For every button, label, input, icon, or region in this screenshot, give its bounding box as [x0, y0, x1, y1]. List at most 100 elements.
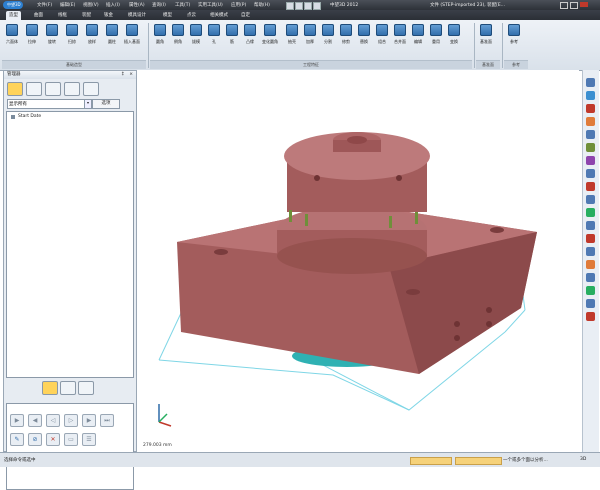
fillet-button[interactable]: 圆角 [152, 24, 168, 45]
clear-icon[interactable]: ▭ [64, 433, 78, 446]
3d-viewport[interactable]: 279.003 mm [137, 70, 579, 452]
menu-insert[interactable]: 插入(I) [106, 2, 120, 8]
tab-point-cloud[interactable]: 点云 [184, 11, 199, 20]
layer-icon[interactable] [586, 195, 595, 204]
tree-root-label[interactable]: Start Date [18, 114, 41, 119]
chamfer-button[interactable]: 倒角 [170, 24, 186, 45]
history-tab-icon[interactable] [7, 82, 23, 96]
end-icon[interactable]: ⏭ [100, 414, 114, 427]
link-icon[interactable]: ⊘ [28, 433, 42, 446]
tab-model[interactable]: 模型 [160, 11, 175, 20]
variable-fillet-button[interactable]: 变化圆角 [262, 24, 278, 45]
menu-view[interactable]: 视图(V) [83, 2, 99, 8]
merge-faces-button[interactable]: 合并面 [392, 24, 408, 45]
combine-button[interactable]: 组合 [374, 24, 390, 45]
reference-button[interactable]: 参考 [506, 24, 522, 45]
revolve-button[interactable]: 旋转 [44, 24, 60, 45]
draft-button[interactable]: 拔模 [188, 24, 204, 45]
tree-icon[interactable] [78, 381, 94, 395]
zoom-icon[interactable] [586, 117, 595, 126]
view-top-icon[interactable] [586, 143, 595, 152]
assembly-tab-icon[interactable] [26, 82, 42, 96]
grid-toggle-icon[interactable] [586, 221, 595, 230]
datum-plane-button[interactable]: 基准面 [478, 24, 494, 45]
rib-button[interactable]: 筋 [224, 24, 240, 45]
trim-button[interactable]: 修剪 [338, 24, 354, 45]
play-icon[interactable]: ▶ [10, 414, 24, 427]
input-tab-icon[interactable] [42, 381, 58, 395]
shell-button[interactable]: 抽壳 [284, 24, 300, 45]
menu-attribute[interactable]: 属性(A) [129, 2, 145, 8]
tab-wireframe[interactable]: 线框 [55, 11, 70, 20]
fit-icon[interactable] [586, 78, 595, 87]
thicken-button[interactable]: 加厚 [302, 24, 318, 45]
prev-icon[interactable]: ◀ [28, 414, 42, 427]
snapshot-icon[interactable] [586, 299, 595, 308]
split-button[interactable]: 分割 [320, 24, 336, 45]
menu-utilities[interactable]: 实用工具(U) [198, 2, 223, 8]
pin-icon[interactable]: ‡ [122, 71, 124, 79]
material-icon[interactable] [586, 260, 595, 269]
forward-icon[interactable]: ▷ [64, 414, 78, 427]
lip-button[interactable]: 凸缘 [242, 24, 258, 45]
render-mode-icon[interactable] [586, 234, 595, 243]
section-view-icon[interactable] [586, 169, 595, 178]
back-icon[interactable]: ◁ [46, 414, 60, 427]
model-view[interactable]: 279.003 mm [137, 70, 579, 452]
tab-assembly[interactable]: 装配 [79, 11, 94, 20]
transform-button[interactable]: 变换 [446, 24, 462, 45]
edit-button[interactable]: 编辑 [410, 24, 426, 45]
chevron-down-icon[interactable]: ▾ [84, 99, 92, 109]
analysis-icon[interactable] [586, 286, 595, 295]
pen-icon[interactable]: ✎ [10, 433, 24, 446]
layer-tab-icon[interactable] [45, 82, 61, 96]
view-front-icon[interactable] [586, 130, 595, 139]
cylinder-button[interactable]: 圆柱 [104, 24, 120, 45]
reuse-button[interactable]: 重用 [428, 24, 444, 45]
tab-sheetmetal[interactable]: 钣金 [101, 11, 116, 20]
save-icon[interactable] [304, 2, 312, 10]
loft-button[interactable]: 放样 [84, 24, 100, 45]
output-tab-icon[interactable] [83, 82, 99, 96]
tab-surface[interactable]: 曲面 [31, 11, 46, 20]
status-mode-indicator[interactable] [410, 457, 452, 465]
minimize-button[interactable] [560, 2, 568, 9]
list-icon[interactable]: ☰ [82, 433, 96, 446]
hole-button[interactable]: 孔 [206, 24, 222, 45]
options-button[interactable]: 选项 [92, 99, 120, 109]
color-icon[interactable] [586, 208, 595, 217]
next-icon[interactable]: ▶ [82, 414, 96, 427]
new-icon[interactable] [286, 2, 294, 10]
highlight-icon[interactable] [586, 182, 595, 191]
insert-plane-button[interactable]: 插入基面 [124, 24, 140, 45]
app-logo[interactable]: 中望3D [3, 1, 23, 9]
replace-button[interactable]: 替换 [356, 24, 372, 45]
output-icon[interactable] [60, 381, 76, 395]
tab-modeling[interactable]: 造型 [6, 11, 21, 20]
menu-query[interactable]: 查询(I) [152, 2, 166, 8]
measure-tool-icon[interactable] [586, 273, 595, 282]
menu-help[interactable]: 帮助(H) [254, 2, 270, 8]
view-iso-icon[interactable] [586, 156, 595, 165]
menu-edit[interactable]: 编辑(E) [60, 2, 75, 8]
sweep-button[interactable]: 扫掠 [64, 24, 80, 45]
tab-mold-design[interactable]: 模具设计 [125, 11, 149, 20]
menu-apps[interactable]: 应用(P) [231, 2, 246, 8]
delete-icon[interactable]: ✕ [46, 433, 60, 446]
extrude-button[interactable]: 拉伸 [24, 24, 40, 45]
close-panel-icon[interactable]: × [129, 71, 133, 79]
menu-file[interactable]: 文件(F) [37, 2, 52, 8]
status-filter[interactable] [455, 457, 502, 465]
tab-related-mode[interactable]: 相关模式 [207, 11, 231, 20]
tab-custom[interactable]: 自定 [238, 11, 253, 20]
close-button[interactable] [580, 2, 588, 7]
filter-select[interactable] [7, 99, 87, 109]
pan-icon[interactable] [586, 104, 595, 113]
record-icon[interactable] [586, 312, 595, 321]
history-tree[interactable]: Start Date [6, 111, 134, 378]
maximize-button[interactable] [570, 2, 578, 9]
open-icon[interactable] [295, 2, 303, 10]
menu-tools[interactable]: 工具(T) [175, 2, 190, 8]
light-icon[interactable] [586, 247, 595, 256]
block-button[interactable]: 六面体 [4, 24, 20, 45]
